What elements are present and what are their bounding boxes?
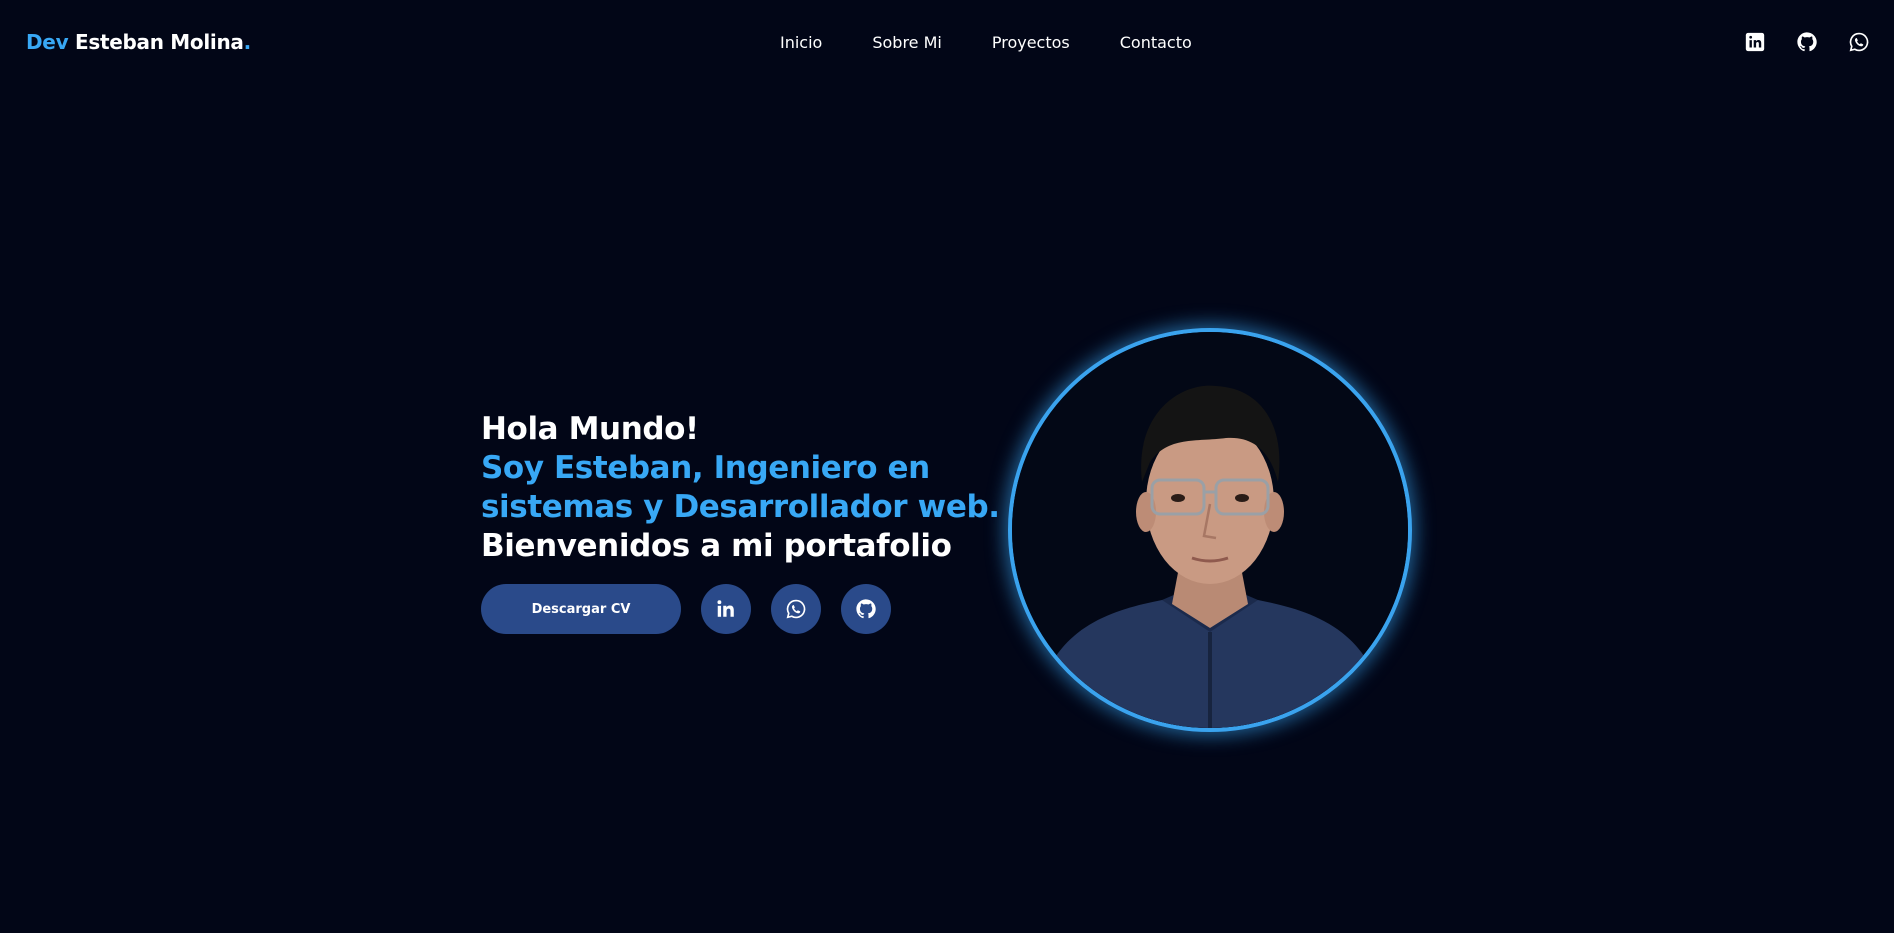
brand-logo[interactable]: Dev Esteban Molina.	[26, 30, 251, 54]
profile-photo	[1008, 328, 1412, 732]
hero-welcome: Bienvenidos a mi portafolio	[481, 528, 952, 564]
header-social-links	[1744, 31, 1870, 53]
linkedin-icon	[717, 600, 734, 617]
profile-illustration	[1012, 332, 1408, 728]
nav-link-contacto[interactable]: Contacto	[1120, 33, 1192, 52]
navbar: Dev Esteban Molina. Inicio Sobre Mi Proy…	[0, 0, 1894, 86]
whatsapp-icon[interactable]	[1848, 31, 1870, 53]
whatsapp-button[interactable]	[771, 584, 821, 634]
download-cv-button[interactable]: Descargar CV	[481, 584, 681, 634]
linkedin-button[interactable]	[701, 584, 751, 634]
brand-prefix: Dev	[26, 30, 69, 54]
hero-greeting: Hola Mundo!	[481, 411, 699, 447]
hero-intro-line-2: sistemas y Desarrollador web.	[481, 489, 1000, 525]
main-nav: Inicio Sobre Mi Proyectos Contacto	[780, 33, 1242, 52]
brand-name: Esteban Molina	[74, 30, 244, 54]
nav-link-proyectos[interactable]: Proyectos	[992, 33, 1070, 52]
github-button[interactable]	[841, 584, 891, 634]
hero-actions: Descargar CV	[481, 584, 891, 634]
brand-dot: .	[243, 30, 252, 54]
whatsapp-icon	[786, 599, 806, 619]
github-icon	[856, 599, 876, 619]
hero-text: Hola Mundo! Soy Esteban, Ingeniero en si…	[481, 410, 1001, 566]
nav-link-inicio[interactable]: Inicio	[780, 33, 822, 52]
hero-intro-line-1: Soy Esteban, Ingeniero en	[481, 450, 930, 486]
nav-link-sobre-mi[interactable]: Sobre Mi	[872, 33, 942, 52]
github-icon[interactable]	[1796, 31, 1818, 53]
linkedin-icon[interactable]	[1744, 31, 1766, 53]
